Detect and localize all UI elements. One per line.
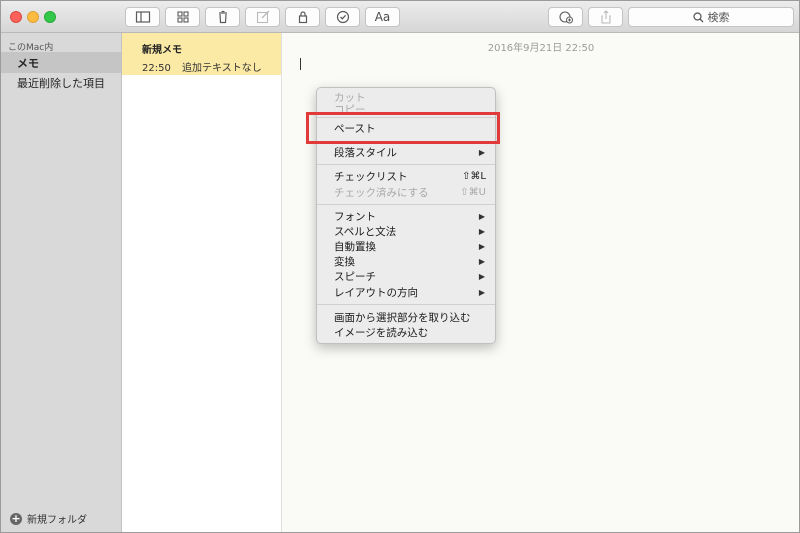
- sidebar-item-label: メモ: [17, 56, 39, 70]
- sidebar-item-notes[interactable]: メモ: [1, 52, 121, 73]
- menu-item-label: 自動置換: [334, 241, 376, 253]
- compose-icon: [256, 10, 269, 24]
- add-people-button[interactable]: [548, 7, 583, 27]
- menu-item-label: 段落スタイル: [334, 147, 397, 159]
- menu-separator: [317, 304, 495, 305]
- menu-item-label: スピーチ: [334, 271, 376, 283]
- menu-item-paragraph-style[interactable]: 段落スタイル ▶: [317, 145, 495, 160]
- menu-item-font[interactable]: フォント ▶: [317, 209, 495, 224]
- submenu-arrow-icon: ▶: [478, 227, 485, 236]
- menu-item-spelling[interactable]: スペルと文法 ▶: [317, 224, 495, 239]
- menu-item-shortcut: ⇧⌘U: [460, 187, 486, 198]
- titlebar: Aa 検索: [1, 1, 799, 33]
- menu-item-substitutions[interactable]: 自動置換 ▶: [317, 239, 495, 254]
- menu-item-label: スペルと文法: [334, 226, 397, 238]
- submenu-arrow-icon: ▶: [478, 257, 485, 266]
- menu-item-layout-direction[interactable]: レイアウトの方向 ▶: [317, 285, 495, 300]
- notes-window: Aa 検索 このMac内 メモ 最近削除した項目 + 新規フォルダ 新規メモ 2…: [0, 0, 800, 533]
- sidebar: このMac内 メモ 最近削除した項目 + 新規フォルダ: [1, 33, 122, 532]
- submenu-arrow-icon: ▶: [478, 272, 485, 281]
- paste-highlight-annotation: [306, 112, 500, 144]
- note-time: 22:50: [142, 63, 171, 74]
- search-field[interactable]: 検索: [628, 7, 794, 27]
- submenu-arrow-icon: ▶: [478, 148, 485, 157]
- menu-item-label: 画面から選択部分を取り込む: [334, 312, 471, 324]
- format-icon: Aa: [374, 10, 391, 24]
- text-caret: [300, 58, 301, 70]
- menu-separator: [317, 204, 495, 205]
- new-folder-label: 新規フォルダ: [27, 515, 87, 526]
- share-button[interactable]: [588, 7, 623, 27]
- menu-item-label: カット: [334, 92, 366, 104]
- menu-item-label: チェックリスト: [334, 171, 408, 183]
- delete-note-button[interactable]: [205, 7, 240, 27]
- menu-item-label: 変換: [334, 256, 355, 268]
- menu-item-label: レイアウトの方向: [334, 287, 418, 299]
- grid-icon: [176, 11, 189, 23]
- new-folder-button[interactable]: + 新規フォルダ: [10, 511, 87, 526]
- close-window-button[interactable]: [10, 11, 22, 23]
- format-button[interactable]: Aa: [365, 7, 400, 27]
- menu-item-label: チェック済みにする: [334, 187, 429, 199]
- sidebar-icon: [135, 11, 150, 23]
- note-title: 新規メモ: [142, 45, 182, 56]
- menu-item-import-image[interactable]: イメージを読み込む: [317, 325, 495, 340]
- new-note-button[interactable]: [245, 7, 280, 27]
- note-preview: 追加テキストなし: [182, 63, 262, 74]
- zoom-window-button[interactable]: [44, 11, 56, 23]
- menu-item-checklist[interactable]: チェックリスト ⇧⌘L: [317, 169, 495, 184]
- menu-item-capture-selection[interactable]: 画面から選択部分を取り込む: [317, 310, 495, 325]
- menu-item-shortcut: ⇧⌘L: [462, 171, 486, 182]
- submenu-arrow-icon: ▶: [478, 288, 485, 297]
- add-people-icon: [558, 11, 573, 24]
- note-list-item[interactable]: 新規メモ 22:50 追加テキストなし: [122, 33, 281, 75]
- attachments-browser-button[interactable]: [165, 7, 200, 27]
- share-icon: [600, 10, 611, 24]
- checkmark-circle-icon: [336, 10, 349, 24]
- submenu-arrow-icon: ▶: [478, 242, 485, 251]
- sidebar-item-recently-deleted[interactable]: 最近削除した項目: [1, 72, 121, 93]
- trash-icon: [218, 10, 227, 24]
- toggle-sidebar-button[interactable]: [125, 7, 160, 27]
- lock-note-button[interactable]: [285, 7, 320, 27]
- menu-item-label: イメージを読み込む: [334, 327, 429, 339]
- menu-item-speech[interactable]: スピーチ ▶: [317, 269, 495, 284]
- menu-item-label: フォント: [334, 211, 376, 223]
- plus-icon: +: [10, 511, 22, 525]
- notes-list: 新規メモ 22:50 追加テキストなし: [122, 33, 282, 532]
- search-placeholder: 検索: [707, 11, 730, 24]
- sidebar-item-label: 最近削除した項目: [17, 76, 105, 90]
- menu-item-cut[interactable]: カット: [317, 90, 495, 105]
- menu-item-transformations[interactable]: 変換 ▶: [317, 254, 495, 269]
- lock-icon: [298, 11, 307, 24]
- submenu-arrow-icon: ▶: [478, 212, 485, 221]
- checklist-button[interactable]: [325, 7, 360, 27]
- minimize-window-button[interactable]: [27, 11, 39, 23]
- search-icon: [692, 11, 703, 22]
- menu-separator: [317, 164, 495, 165]
- menu-item-mark-checked[interactable]: チェック済みにする ⇧⌘U: [317, 185, 495, 200]
- note-date: 2016年9月21日 22:50: [487, 43, 595, 54]
